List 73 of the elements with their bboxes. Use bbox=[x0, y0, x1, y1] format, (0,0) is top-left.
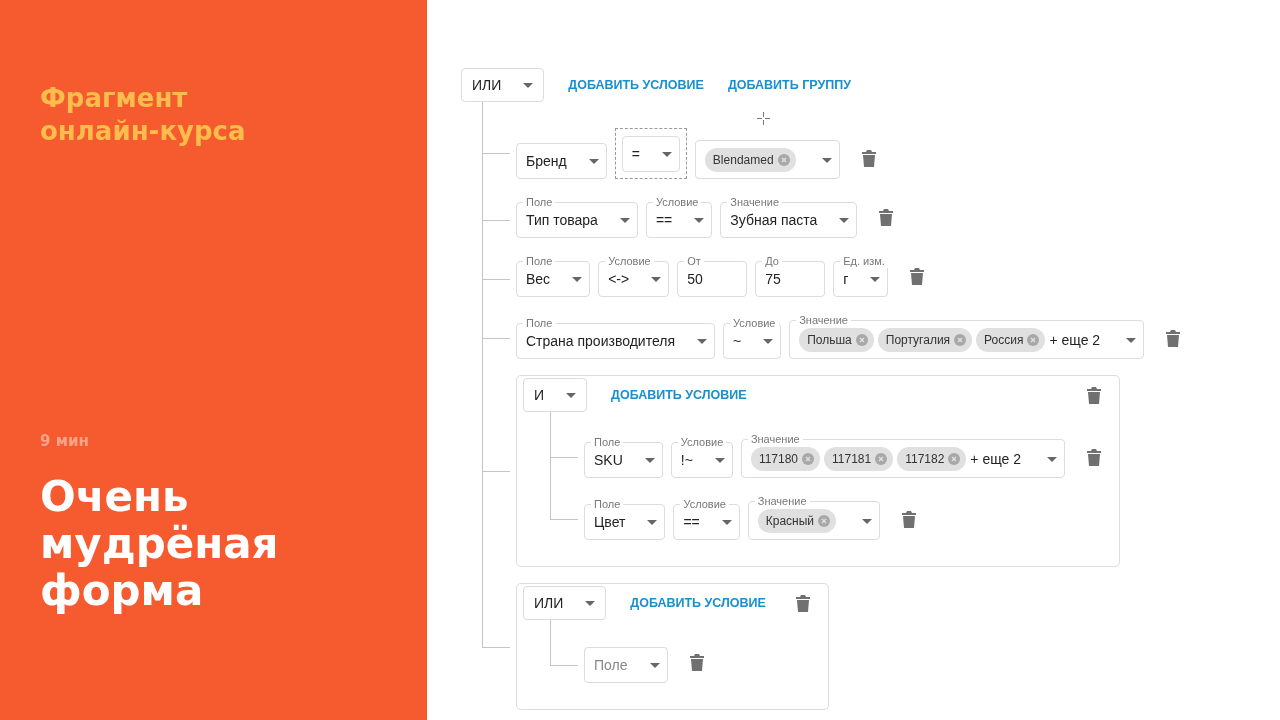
select-field[interactable]: Поле Тип товара bbox=[516, 195, 638, 238]
delete-icon[interactable] bbox=[1087, 449, 1102, 466]
caret-icon bbox=[696, 339, 707, 344]
select-field[interactable]: Значение Зубная паста bbox=[720, 195, 858, 238]
delete-icon[interactable] bbox=[879, 209, 894, 226]
caret-icon bbox=[651, 277, 662, 282]
select-field[interactable]: Поле Цвет bbox=[584, 497, 666, 540]
multi-select-field[interactable]: Blendamed bbox=[694, 133, 840, 179]
delete-icon[interactable] bbox=[861, 150, 876, 167]
crosshair-cursor-icon bbox=[757, 112, 770, 125]
select-field[interactable]: Бренд bbox=[516, 136, 607, 179]
chip[interactable]: 117180 bbox=[750, 447, 821, 471]
delete-icon[interactable] bbox=[1166, 330, 1181, 347]
operator-select[interactable]: ИЛИ bbox=[461, 68, 545, 102]
delete-icon[interactable] bbox=[795, 594, 810, 612]
caret-icon bbox=[1126, 337, 1137, 343]
caret-icon bbox=[585, 600, 596, 606]
duration-text: 9 мин bbox=[40, 431, 90, 452]
more-count: + еще 2 bbox=[1049, 330, 1101, 350]
caret-icon bbox=[862, 518, 873, 524]
operator-select[interactable]: ИЛИ bbox=[523, 586, 607, 620]
caret-icon bbox=[763, 339, 774, 344]
text-field[interactable]: От 50 bbox=[677, 254, 748, 297]
select-field[interactable]: = bbox=[621, 129, 680, 172]
caret-icon bbox=[644, 458, 655, 463]
select-field[interactable]: Поле bbox=[584, 640, 668, 683]
select-field[interactable]: Условие !~ bbox=[670, 435, 733, 478]
chip[interactable]: Польша bbox=[799, 328, 874, 352]
chip[interactable]: Красный bbox=[757, 509, 837, 533]
chip[interactable]: 117181 bbox=[824, 447, 894, 471]
chip[interactable]: 117182 bbox=[897, 447, 967, 471]
caret-icon bbox=[647, 520, 658, 525]
caret-icon bbox=[661, 152, 672, 157]
caret-icon bbox=[649, 663, 660, 668]
caret-icon bbox=[839, 218, 850, 223]
select-field[interactable]: Условие ~ bbox=[722, 316, 782, 359]
caret-icon bbox=[821, 157, 832, 163]
add-condition-button[interactable]: ДОБАВИТЬ УСЛОВИЕ bbox=[630, 593, 766, 613]
add-group-button[interactable]: ДОБАВИТЬ ГРУППУ bbox=[727, 75, 851, 95]
select-field[interactable]: Условие == bbox=[645, 195, 713, 238]
multi-select-field[interactable]: Значение Красный bbox=[747, 494, 881, 540]
add-condition-button[interactable]: ДОБАВИТЬ УСЛОВИЕ bbox=[611, 385, 747, 405]
more-count: + еще 2 bbox=[970, 449, 1022, 469]
caret-icon bbox=[721, 520, 732, 525]
delete-icon[interactable] bbox=[1087, 386, 1102, 404]
caret-icon bbox=[714, 458, 725, 463]
select-field[interactable]: Поле SKU bbox=[584, 435, 663, 478]
course-kicker: Фрагмент онлайн-курса bbox=[40, 82, 247, 148]
video-title: Очень мудрёная форма bbox=[40, 472, 280, 614]
text-field[interactable]: До 75 bbox=[755, 254, 826, 297]
delete-icon[interactable] bbox=[689, 654, 704, 671]
chip[interactable]: Blendamed bbox=[704, 148, 796, 172]
caret-icon bbox=[523, 82, 534, 88]
caret-icon bbox=[1047, 456, 1058, 462]
select-field[interactable]: Условие == bbox=[673, 497, 740, 540]
caret-icon bbox=[619, 218, 630, 223]
operator-select[interactable]: И bbox=[523, 378, 588, 412]
chip[interactable]: Португалия bbox=[877, 328, 973, 352]
multi-select-field[interactable]: Значение 117180 117181 117182 + еще 2 bbox=[740, 432, 1066, 478]
caret-icon bbox=[694, 218, 705, 223]
select-field[interactable]: Поле Вес bbox=[516, 254, 591, 297]
select-field[interactable]: Поле Страна производителя bbox=[516, 316, 715, 359]
select-field[interactable]: Условие <-> bbox=[598, 254, 670, 297]
delete-icon[interactable] bbox=[910, 268, 925, 285]
caret-icon bbox=[588, 159, 599, 164]
add-condition-button[interactable]: ДОБАВИТЬ УСЛОВИЕ bbox=[568, 75, 704, 95]
caret-icon bbox=[566, 392, 577, 398]
caret-icon bbox=[572, 277, 583, 282]
select-field[interactable]: Ед. изм. г bbox=[833, 254, 889, 297]
delete-icon[interactable] bbox=[902, 511, 917, 528]
chip[interactable]: Россия bbox=[976, 328, 1046, 352]
caret-icon bbox=[870, 277, 881, 282]
multi-select-field[interactable]: Значение Польша Португалия Россия + еще 2 bbox=[789, 313, 1145, 359]
